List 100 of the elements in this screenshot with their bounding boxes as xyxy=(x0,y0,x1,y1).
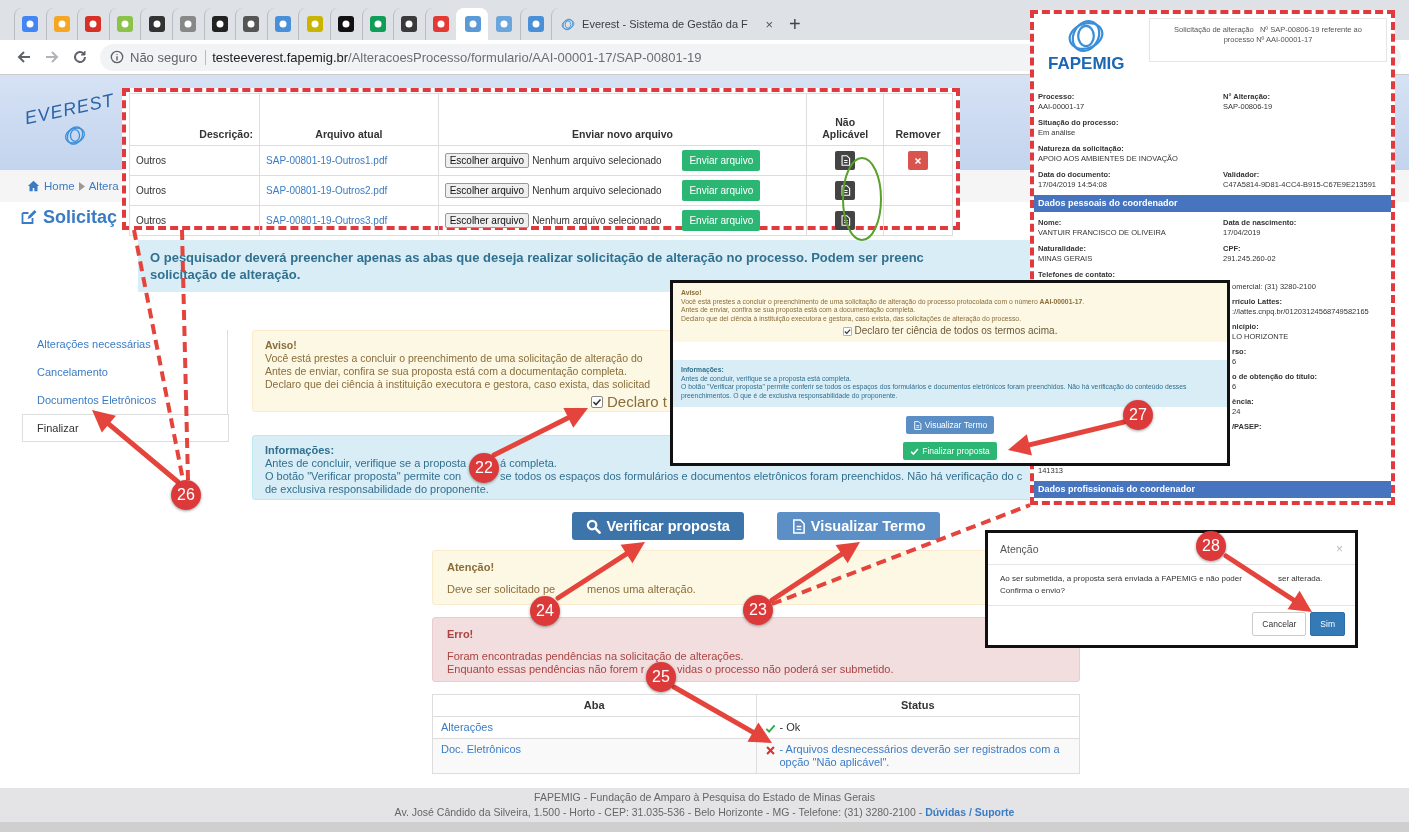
notice-text: Declaro que dei ciência à instituição executora e gestora, caso exista, das solicitad xyxy=(265,378,651,391)
column-header: Arquivo atual xyxy=(259,93,439,146)
info-icon xyxy=(110,50,124,64)
banner-text: solicitação de alteração. xyxy=(150,266,301,283)
column-header: Remover xyxy=(883,93,953,146)
swirl-icon xyxy=(560,16,577,32)
send-file-button[interactable]: Enviar arquivo xyxy=(682,180,761,201)
document-icon xyxy=(912,420,922,430)
checkbox[interactable] xyxy=(842,326,852,336)
choose-file-button[interactable]: Escolher arquivo xyxy=(444,213,530,228)
remove-button[interactable] xyxy=(908,151,928,170)
search-icon xyxy=(586,518,602,534)
table-cell[interactable]: Doc. Eletrônicos xyxy=(432,738,756,774)
send-file-button[interactable]: Enviar arquivo xyxy=(682,150,761,171)
view-term-button[interactable]: Visualizar Termo xyxy=(905,416,995,434)
alert-text: Enquanto essas pendências não forem r xyxy=(447,663,645,676)
column-header: Aba xyxy=(432,694,756,717)
choose-file-button[interactable]: Escolher arquivo xyxy=(444,153,530,168)
reload-icon[interactable] xyxy=(72,49,88,65)
status-text: - Ok xyxy=(779,721,801,734)
footer-text: FAPEMIG - Fundação de Amparo à Pesquisa do Estado de Minas Gerais xyxy=(533,790,876,805)
confirm-button[interactable]: Sim xyxy=(1310,612,1345,636)
document-icon xyxy=(790,518,806,534)
dialog-text: Ao ser submetida, a proposta será enviada à FAPEMIG e não poder xyxy=(1000,573,1243,585)
notice-text: Antes de enviar, confira se sua proposta está com a documentação completa. xyxy=(265,365,627,378)
support-link[interactable]: Dúvidas / Suporte xyxy=(925,806,1015,818)
table-cell: Outros xyxy=(129,145,260,176)
swirl-icon xyxy=(64,125,86,146)
column-header: Enviar novo arquivo xyxy=(438,93,807,146)
section-header: Dados profissionais do coordenador xyxy=(1034,481,1391,498)
tab-close-button[interactable]: × xyxy=(765,16,774,32)
home-icon xyxy=(27,180,40,192)
view-term-button[interactable]: Visualizar Termo xyxy=(776,512,940,540)
edit-icon xyxy=(20,209,37,225)
alert-text: menos uma alteração. xyxy=(587,583,696,596)
sidebar-item[interactable]: Finalizar xyxy=(22,414,229,442)
fapemig-logo-text: FAPEMIG xyxy=(1048,54,1125,74)
file-link[interactable]: SAP-00801-19-Outros3.pdf xyxy=(259,205,439,236)
file-link[interactable]: SAP-00801-19-Outros1.pdf xyxy=(259,145,439,176)
browser-tab[interactable]: Everest - Sistema de Gestão da F × xyxy=(551,8,782,40)
dialog-text: ser alterada. xyxy=(1278,573,1323,585)
sidebar-item[interactable]: Documentos Eletrônicos xyxy=(22,386,227,414)
checkbox-label: Declaro ter ciência de todos os termos acima. xyxy=(854,325,1058,337)
column-header: Descrição: xyxy=(129,93,260,146)
document-icon xyxy=(839,215,851,226)
choose-file-button[interactable]: Escolher arquivo xyxy=(444,183,530,198)
file-link[interactable]: SAP-00801-19-Outros2.pdf xyxy=(259,175,439,206)
breadcrumb-link[interactable]: Home xyxy=(44,180,75,192)
info-text: Antes de concluir, verifique se a proposta xyxy=(265,457,468,470)
column-header: Status xyxy=(756,694,1080,717)
alert-title: Erro! xyxy=(447,628,474,641)
alert-text: Foram encontradas pendências na solicitação de alterações. xyxy=(447,650,744,663)
breadcrumb-link[interactable]: Altera xyxy=(88,180,119,192)
status-text: - Arquivos desnecessários deverão ser registrados com a opção "Não aplicável". xyxy=(779,743,1061,769)
send-file-button[interactable]: Enviar arquivo xyxy=(682,210,761,231)
alert-text: Deve ser solicitado pe xyxy=(447,583,557,596)
file-status-text: Nenhum arquivo selecionado xyxy=(532,155,662,166)
security-label: Não seguro xyxy=(130,49,207,65)
checkbox[interactable] xyxy=(590,396,603,408)
info-text: O botão "Verificar proposta" permite con xyxy=(265,470,463,483)
new-tab-button[interactable]: + xyxy=(789,13,801,36)
table-cell: Outros xyxy=(129,175,260,206)
info-text: se todos os espaços dos formulários e documentos eletrônicos foram preenchidos. Não há verificação do c xyxy=(500,470,1023,483)
sidebar-item[interactable]: Cancelamento xyxy=(22,358,227,386)
info-text: á completa. xyxy=(500,457,557,470)
info-text: de exclusiva responsabilidade do proponente. xyxy=(265,483,489,496)
cross-icon xyxy=(914,156,922,165)
sidebar-item[interactable]: Alterações necessárias xyxy=(22,330,227,358)
column-header: Não Aplicável xyxy=(806,93,884,146)
check-icon xyxy=(764,723,776,734)
document-icon xyxy=(839,155,851,166)
finalize-button[interactable]: Finalizar proposta xyxy=(903,442,997,460)
verify-button[interactable]: Verificar proposta xyxy=(572,512,744,540)
step-badge: 25 xyxy=(646,662,676,692)
file-status-text: Nenhum arquivo selecionado xyxy=(532,185,662,196)
cancel-button[interactable]: Cancelar xyxy=(1252,612,1307,636)
alert-text: vidas o processo não poderá ser submetido. xyxy=(677,663,894,676)
notice-title: Aviso! xyxy=(265,339,297,352)
info-title: Informações: xyxy=(265,444,335,457)
url-text: testeeverest.fapemig.br/AlteracoesProcesso/formulario/AAI-00001-17/SAP-00801-19 xyxy=(212,49,702,65)
section-header: Dados pessoais do coordenador xyxy=(1034,195,1391,212)
banner-text: O pesquisador deverá preencher apenas as abas que deseja realizar solicitação de alteração no processo. Podem ser preenc xyxy=(150,249,924,266)
not-applicable-button[interactable] xyxy=(835,151,856,170)
checkbox-label: Declaro t xyxy=(606,393,667,411)
caret-icon xyxy=(78,181,85,191)
table-cell: Outros xyxy=(129,205,260,236)
alert-title: Atenção! xyxy=(447,561,495,574)
check-icon xyxy=(910,446,920,456)
cross-icon xyxy=(764,745,776,756)
back-icon[interactable] xyxy=(16,49,32,65)
swirl-icon xyxy=(1067,18,1106,54)
page-title: Solicitaç xyxy=(43,206,118,228)
dialog-title: Atenção xyxy=(1000,542,1039,555)
tab-title: Everest - Sistema de Gestão da F xyxy=(582,18,748,30)
step-badge: 26 xyxy=(171,480,201,510)
footer-address: Av. José Cândido da Silveira, 1.500 - Horto - CEP: 31.035-536 - Belo Horizonte - MG - Telefone: (31) 3280-2100 - Dúvidas / Suporte xyxy=(393,805,1016,820)
dialog-text: Confirma o envio? xyxy=(1000,585,1065,597)
file-status-text: Nenhum arquivo selecionado xyxy=(532,215,662,226)
notice-text: Você está prestes a concluir o preenchimento de uma solicitação de alteração do xyxy=(265,352,643,365)
document-icon xyxy=(839,185,851,196)
